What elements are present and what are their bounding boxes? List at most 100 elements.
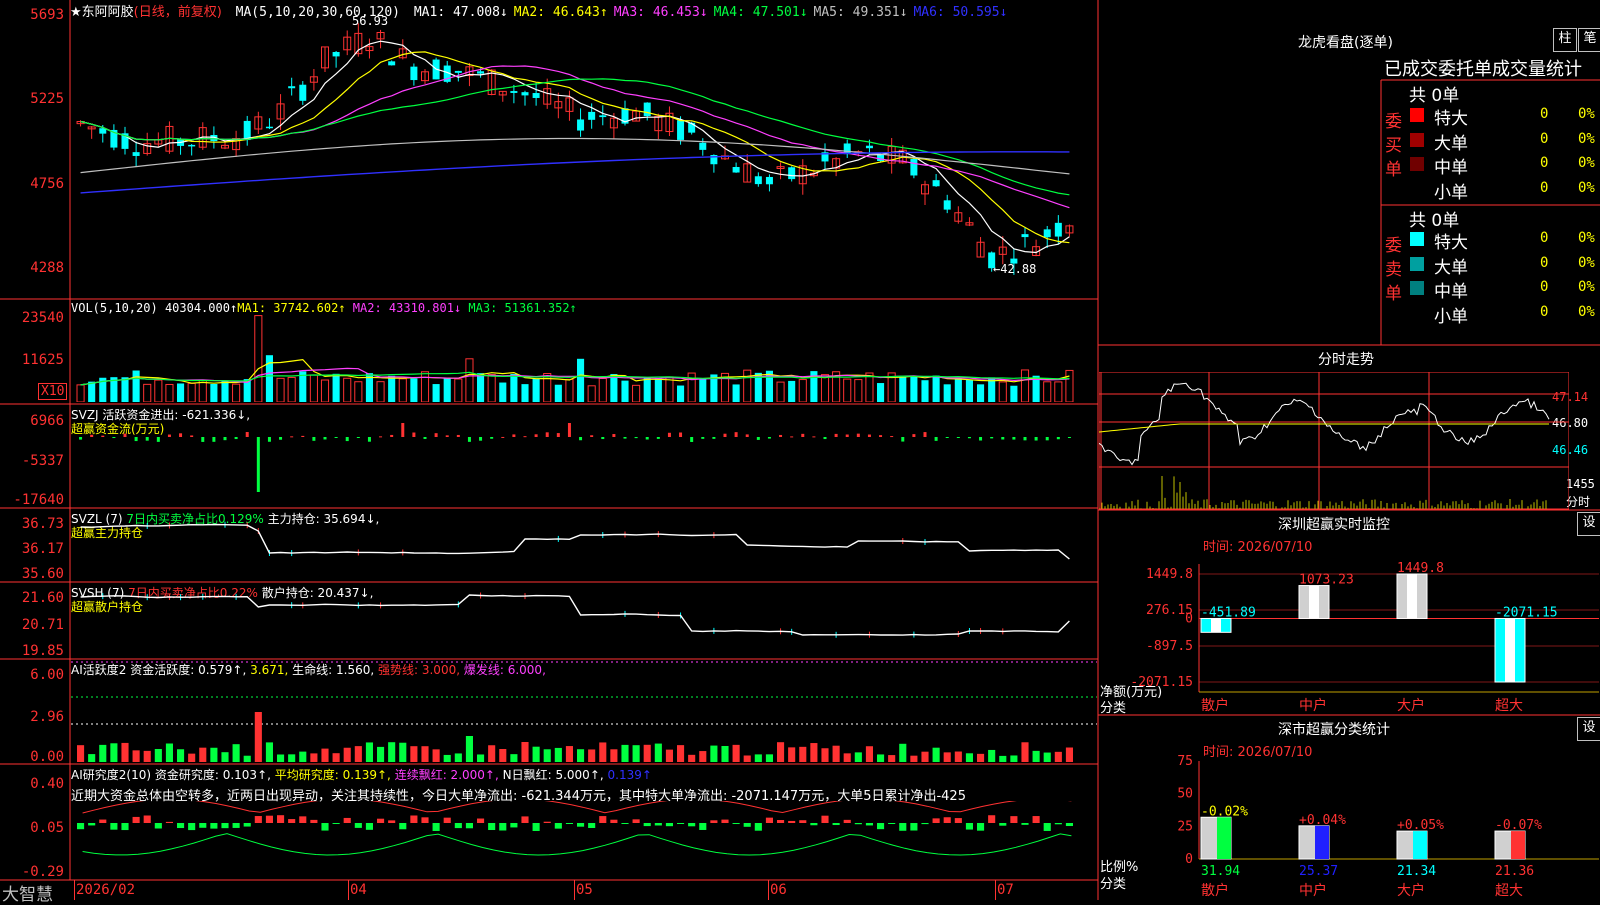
research-bar [932,818,940,823]
candle-down [243,120,251,141]
research-bar [243,823,251,827]
lhb-tick-button[interactable]: 笔 [1578,28,1600,52]
high-marker: 56.93 [352,14,389,28]
lhb-buy-label: 委买单 [1385,112,1402,180]
classify-settings-button[interactable]: 设 [1577,717,1600,741]
candle-down [1043,229,1051,238]
flow-bar [634,437,638,439]
activity-bar [599,742,607,762]
activity-bar [365,742,373,762]
lhb-bar-button[interactable]: 柱 [1553,28,1577,52]
lhb-row-name: 中单 [1434,282,1468,302]
category-label: 散户 [1201,882,1229,899]
lhb-row-pct: 0% [1578,230,1595,246]
flow-bar [834,433,838,437]
volume-bar [1043,381,1052,402]
volume-bar [943,384,951,402]
research-bar [921,823,929,825]
ai2-chart[interactable] [71,801,1097,879]
flow-bar [512,434,516,437]
svzj-chart[interactable] [71,405,1097,507]
flow-bar [267,437,271,442]
research-bar [765,817,773,823]
y-label: 75 [1177,755,1193,769]
volume-bar [554,384,562,402]
research-bar [165,821,173,823]
activity-bar [288,754,296,762]
y-label: 0.00 [30,749,64,765]
activity-bar [165,743,173,762]
research-bar [432,823,440,831]
bar-value-label: 1449.8 [1397,561,1444,576]
y-label: 0.40 [30,776,64,792]
volume-bar [232,383,241,402]
flow-bar [445,435,449,437]
volume-bar [499,382,507,402]
volume-bar [543,373,552,402]
intraday-chart[interactable] [1099,372,1569,510]
volume-chart[interactable] [71,302,1097,402]
activity-bar [677,745,685,762]
flow-bar [579,437,583,441]
activity-bar [532,746,540,762]
volume-bar [1054,381,1063,402]
flow-bar [245,432,249,437]
research-bar [99,819,107,823]
flow-bar [1056,437,1060,440]
y-label: 0 [1185,852,1193,867]
candlestick-chart[interactable] [71,2,1097,298]
activity-bar [1043,752,1051,762]
volume-bar [921,380,929,402]
flow-bar [1034,437,1038,441]
bar-value-label: 1073.23 [1299,573,1354,588]
ai1-chart[interactable] [71,660,1097,764]
flow-bar [334,437,338,438]
y-label: 2.96 [30,709,64,725]
research-bar [421,817,429,823]
research-bar [521,816,529,823]
flow-bar [134,437,138,442]
volume-bar [487,374,496,402]
research-bar [410,815,418,823]
candle-down [643,102,651,117]
activity-bar [654,743,662,762]
flow-bar [656,437,660,439]
activity-bar [999,755,1007,762]
monitor-title: 深圳超赢实时监控 [1278,517,1390,533]
monitor-settings-button[interactable]: 设 [1577,512,1600,536]
activity-bar [688,754,696,762]
research-bar [1021,823,1029,825]
research-bar [677,823,685,824]
activity-bar [332,753,340,762]
svsh-chart[interactable] [71,583,1097,658]
flow-bar [612,434,616,437]
flow-bar [667,432,671,437]
brand-logo[interactable]: 大智慧 [2,880,53,905]
volume-bar [254,315,263,402]
volume-bar [577,358,585,402]
lhb-row-name: 特大 [1434,233,1468,253]
lhb-row-name: 大单 [1434,133,1468,154]
activity-bar [877,754,885,762]
activity-bar [310,753,318,762]
research-bar [277,815,285,823]
activity-bar [1021,742,1029,762]
x-tick [768,880,769,900]
activity-bar [621,744,629,762]
svzl-chart[interactable] [71,509,1097,581]
activity-bar [665,749,673,762]
research-bar [465,823,473,829]
classify-chart[interactable]: 75 50 25 0 -0.02% 31.94 散户 +0.04% 25.37 中户 +0.05% 2… [1099,755,1599,900]
volume-bar [965,379,973,402]
volume-bar [565,378,574,402]
research-bar [132,816,140,823]
activity-bar [265,742,273,762]
volume-bar [854,379,863,402]
monitor-chart[interactable]: 1449.8276.150-897.5-2071.15-451.89散户1073… [1099,552,1599,712]
x-label: 04 [350,882,367,898]
research-bar [588,823,596,828]
activity-bar [88,754,96,762]
research-bar [532,823,540,831]
activity-bar [777,742,785,762]
y-label: 19.85 [21,643,64,659]
